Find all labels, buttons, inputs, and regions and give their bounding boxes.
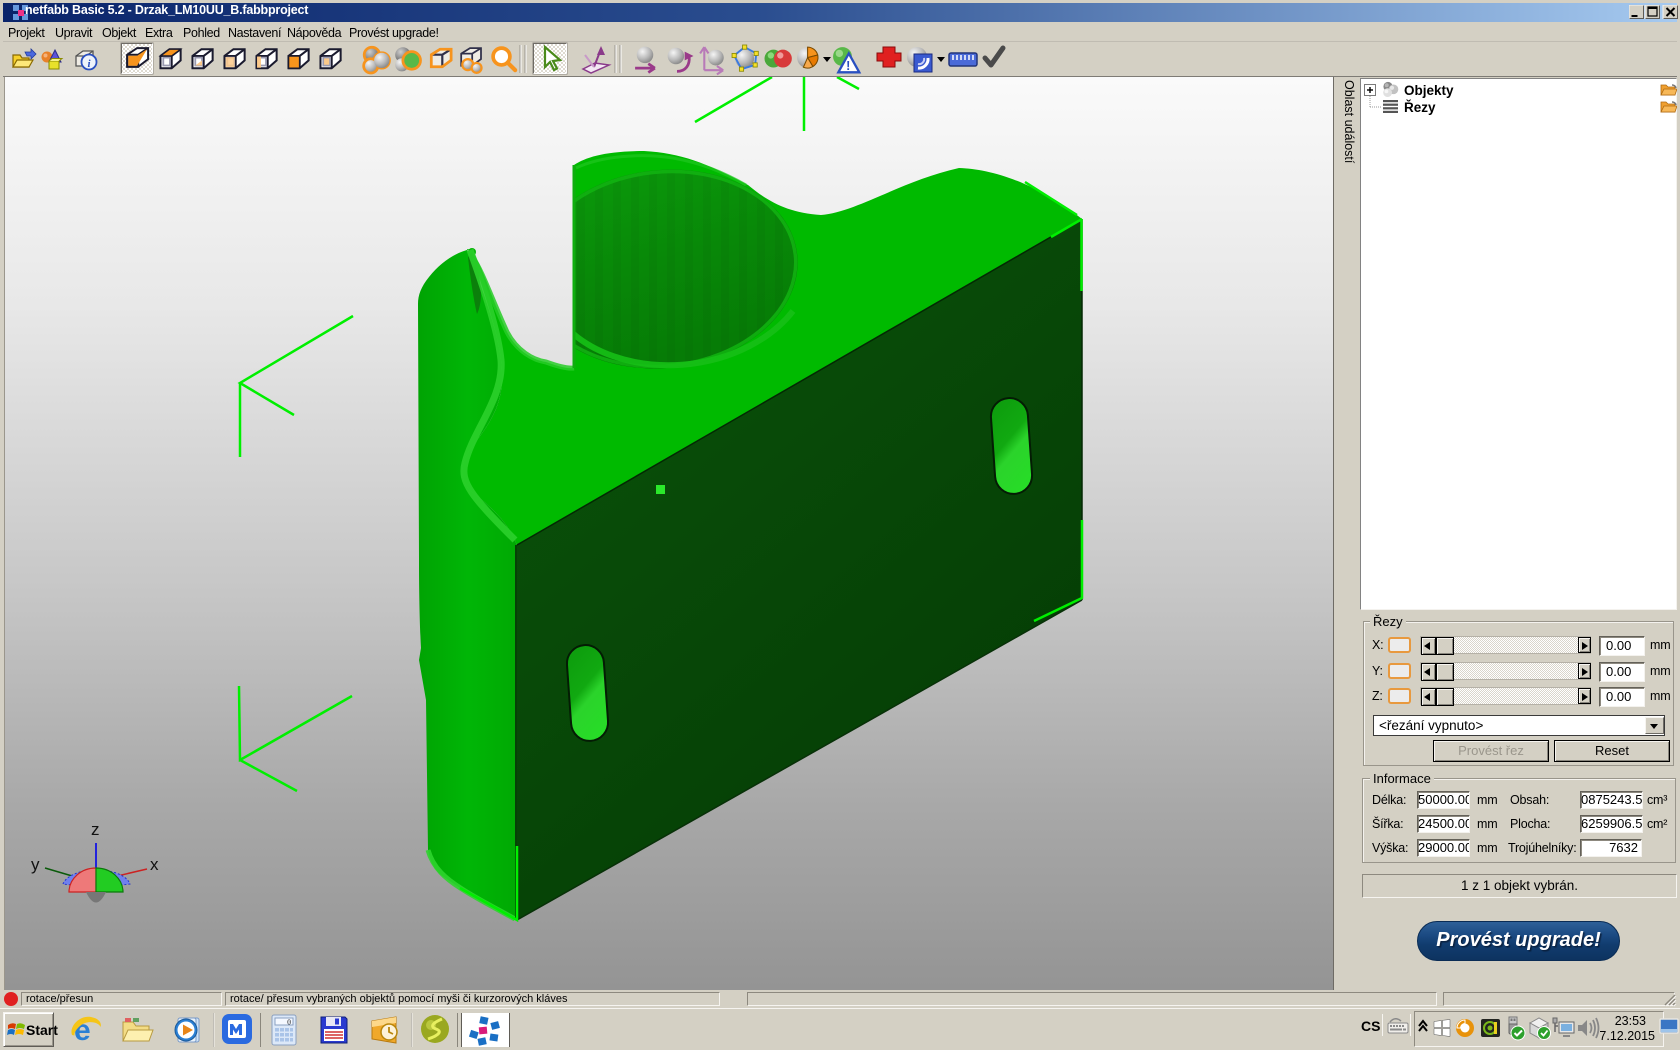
svg-text:0: 0 [287,1020,291,1028]
svg-text:x: x [150,855,159,874]
svg-text:z: z [91,820,100,839]
svg-text:!: ! [846,59,850,73]
svg-text:y: y [31,855,40,874]
